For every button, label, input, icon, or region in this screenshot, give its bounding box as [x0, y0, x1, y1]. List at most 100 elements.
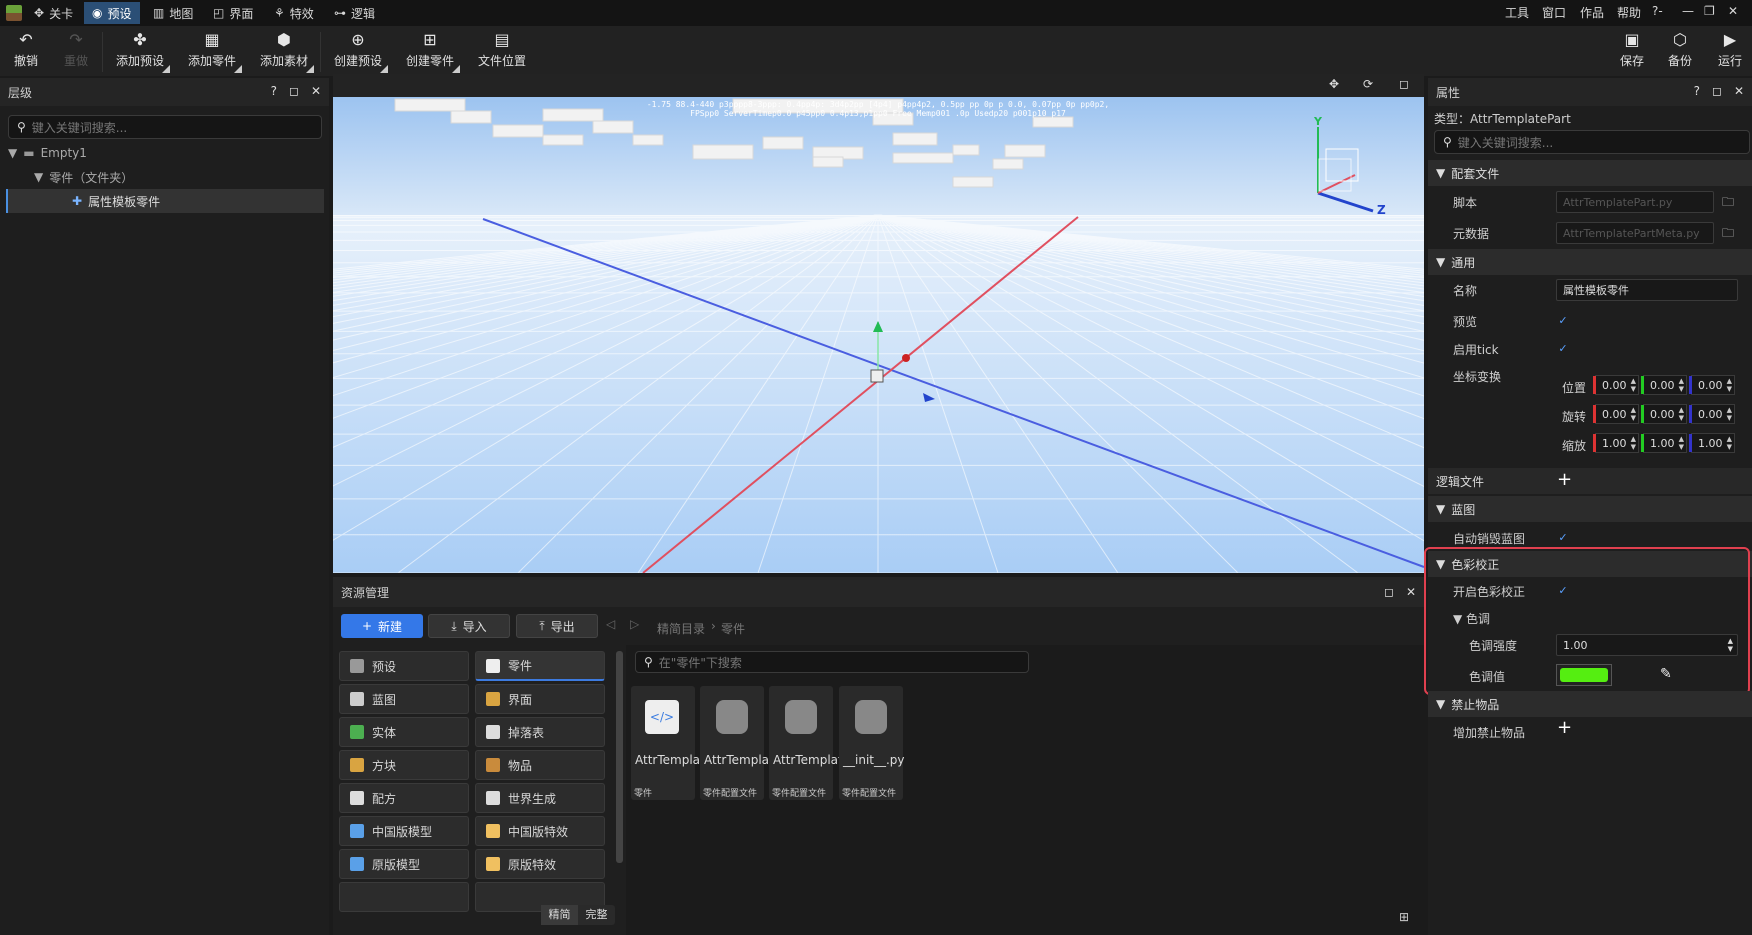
undo-button[interactable]: ↶ 撤销 — [14, 30, 38, 69]
close-icon[interactable]: ✕ — [1734, 84, 1744, 98]
hierarchy-search-input[interactable]: ⚲ 键入关键词搜索... — [8, 115, 322, 139]
file-location-button[interactable]: ▤ 文件位置 — [478, 30, 526, 69]
menu-tools[interactable]: 工具 — [1505, 4, 1529, 21]
scene-viewport[interactable]: -1.75 88.4-440 p3pppp8-3ppp: 0.4pp4p: 3d… — [333, 97, 1424, 573]
tab-preset[interactable]: ◉ 预设 — [84, 2, 140, 24]
rotation-y-input[interactable]: 0.00 ▲ ▼ — [1641, 404, 1687, 424]
help-icon[interactable]: ? — [271, 84, 277, 98]
maximize-icon[interactable]: ◻ — [1384, 585, 1394, 599]
category-preset[interactable]: 预设 — [339, 651, 469, 681]
category-entity[interactable]: 实体 — [339, 717, 469, 747]
close-icon[interactable]: ✕ — [1728, 4, 1738, 18]
restore-icon[interactable]: ❐ — [1704, 4, 1715, 18]
folder-icon[interactable]: 🗀 — [1722, 193, 1734, 214]
file-card[interactable]: </> AttrTemplate.part 零件 — [631, 686, 741, 800]
help-icon[interactable]: ? — [1694, 84, 1700, 98]
category-loot-table[interactable]: 掉落表 — [475, 717, 605, 747]
tab-ui[interactable]: ◰ 界面 — [205, 2, 261, 24]
category-more[interactable] — [339, 882, 469, 912]
tab-level[interactable]: ✥ 关卡 — [26, 2, 81, 24]
scale-x-input[interactable]: 1.00 ▲ ▼ — [1593, 433, 1639, 453]
minimize-icon[interactable]: — — [1682, 4, 1694, 18]
section-blueprint[interactable]: ▼ 蓝图 — [1428, 496, 1752, 522]
mode-full-button[interactable]: 完整 — [578, 905, 615, 925]
section-config-files[interactable]: ▼ 配套文件 — [1428, 160, 1752, 186]
menu-works[interactable]: 作品 — [1580, 4, 1604, 21]
export-button[interactable]: ⤒ 导出 — [516, 614, 598, 638]
china-model-icon — [350, 824, 364, 838]
category-china-model[interactable]: 中国版模型 — [339, 816, 469, 846]
category-recipe[interactable]: 配方 — [339, 783, 469, 813]
menu-window[interactable]: 窗口 — [1542, 4, 1566, 21]
asset-search-input[interactable]: ⚲ 在"零件"下搜索 — [635, 651, 1029, 673]
tab-effects[interactable]: ⚘ 特效 — [266, 2, 322, 24]
add-logic-file-icon[interactable]: + — [1557, 469, 1572, 490]
tab-map[interactable]: ▥ 地图 — [145, 2, 201, 24]
scale-z-input[interactable]: 1.00 ▲ ▼ — [1689, 433, 1735, 453]
maximize-icon[interactable]: ◻ — [289, 84, 299, 98]
category-blueprint[interactable]: 蓝图 — [339, 684, 469, 714]
category-scrollbar[interactable] — [616, 651, 623, 863]
file-card[interactable]: AttrTemplatePart.py 零件配置文件 — [700, 686, 823, 800]
redo-button[interactable]: ↷ 重做 — [64, 30, 88, 69]
add-preset-button[interactable]: ✤ 添加预设 — [116, 30, 171, 73]
category-ui[interactable]: 界面 — [475, 684, 605, 714]
import-button[interactable]: ⤓ 导入 — [428, 614, 510, 638]
position-x-input[interactable]: 0.00 ▲ ▼ — [1593, 375, 1639, 395]
help-icon[interactable]: ?- — [1652, 4, 1663, 18]
file-card[interactable]: __init__.py 零件配置文件 — [839, 686, 905, 800]
close-icon[interactable]: ✕ — [1406, 585, 1416, 599]
category-item[interactable]: 物品 — [475, 750, 605, 780]
category-world-gen[interactable]: 世界生成 — [475, 783, 605, 813]
maximize-icon[interactable]: ◻ — [1712, 84, 1722, 98]
back-icon[interactable]: ◁ — [606, 617, 615, 631]
add-part-button[interactable]: ▦ 添加零件 — [188, 30, 243, 73]
tree-item-attr-template-part[interactable]: ✚ 属性模板零件 — [6, 189, 324, 213]
create-part-button[interactable]: ⊞ 创建零件 — [406, 30, 461, 73]
add-asset-icon: ⬢ — [277, 30, 291, 49]
section-general[interactable]: ▼ 通用 — [1428, 249, 1752, 275]
mode-simple-button[interactable]: 精简 — [541, 905, 578, 925]
tick-checkbox[interactable]: ✓ — [1557, 343, 1569, 355]
scale-gizmo-icon[interactable]: ◻ — [1399, 77, 1409, 91]
auto-destroy-label: 自动销毁蓝图 — [1453, 532, 1526, 546]
close-icon[interactable]: ✕ — [311, 84, 321, 98]
script-field[interactable]: AttrTemplatePart.py — [1556, 191, 1714, 213]
position-y-input[interactable]: 0.00 ▲ ▼ — [1641, 375, 1687, 395]
rotation-z-input[interactable]: 0.00 ▲ ▼ — [1689, 404, 1735, 424]
auto-destroy-checkbox[interactable]: ✓ — [1557, 532, 1569, 544]
section-logic-files[interactable]: 逻辑文件 — [1428, 468, 1752, 494]
rotation-x-input[interactable]: 0.00 ▲ ▼ — [1593, 404, 1639, 424]
tab-logic[interactable]: ⊶ 逻辑 — [326, 2, 383, 24]
forward-icon[interactable]: ▷ — [630, 617, 639, 631]
properties-header: 属性 ? ◻ ✕ — [1428, 78, 1752, 106]
add-asset-button[interactable]: ⬢ 添加素材 — [260, 30, 315, 73]
preview-checkbox[interactable]: ✓ — [1557, 315, 1569, 327]
save-button[interactable]: ▣ 保存 — [1620, 30, 1644, 69]
tree-item-empty1[interactable]: ▼ ▬ Empty1 — [8, 141, 87, 165]
grid-view-icon[interactable]: ⊞ — [1399, 910, 1409, 924]
move-gizmo-icon[interactable]: ✥ — [1329, 77, 1339, 91]
category-block[interactable]: 方块 — [339, 750, 469, 780]
add-banned-item-icon[interactable]: + — [1557, 717, 1572, 738]
metadata-field[interactable]: AttrTemplatePartMeta.py — [1556, 222, 1714, 244]
category-vanilla-model[interactable]: 原版模型 — [339, 849, 469, 879]
tree-item-part-folder[interactable]: ▼ 零件（文件夹） — [34, 165, 133, 189]
rotate-gizmo-icon[interactable]: ⟳ — [1363, 77, 1373, 91]
category-vanilla-effect[interactable]: 原版特效 — [475, 849, 605, 879]
menu-help[interactable]: 帮助 — [1617, 4, 1641, 21]
breadcrumb-root[interactable]: 精简目录 — [657, 620, 705, 637]
position-z-input[interactable]: 0.00 ▲ ▼ — [1689, 375, 1735, 395]
category-part[interactable]: 零件 — [475, 651, 605, 681]
backup-button[interactable]: ⬡ 备份 — [1668, 30, 1692, 69]
section-banned-items[interactable]: ▼ 禁止物品 — [1428, 691, 1752, 717]
run-button[interactable]: ▶ 运行 — [1718, 30, 1742, 69]
properties-search-input[interactable]: ⚲ 键入关键词搜索... — [1434, 130, 1750, 154]
file-card[interactable]: AttrTemplatePart... 零件配置文件 — [769, 686, 885, 800]
scale-y-input[interactable]: 1.00 ▲ ▼ — [1641, 433, 1687, 453]
category-china-effect[interactable]: 中国版特效 — [475, 816, 605, 846]
create-preset-button[interactable]: ⊕ 创建预设 — [334, 30, 389, 73]
name-field[interactable]: 属性模板零件 — [1556, 279, 1738, 301]
folder-icon[interactable]: 🗀 — [1722, 224, 1734, 245]
new-asset-button[interactable]: + 新建 — [341, 614, 423, 638]
